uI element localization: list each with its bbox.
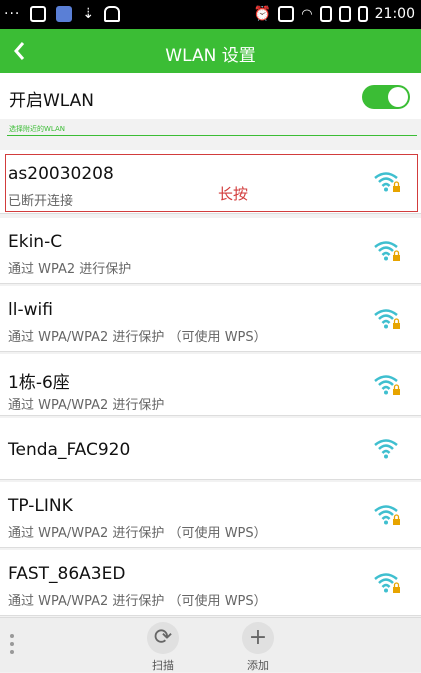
network-security: 通过 WPA/WPA2 进行保护 （可使用 WPS）	[8, 526, 267, 541]
wifi-signal-icon	[372, 570, 402, 596]
section-divider	[7, 135, 417, 136]
network-name: TP-LINK	[8, 496, 73, 516]
app-header: WLAN 设置	[0, 29, 421, 73]
page-title: WLAN 设置	[165, 46, 256, 66]
scan-button[interactable]: ⟳ 扫描	[133, 622, 193, 673]
wifi-signal-icon	[372, 436, 402, 462]
battery-icon	[357, 6, 368, 22]
wifi-status-icon: ◠	[301, 6, 313, 22]
status-bar: ··· ⇣ ⏰ ◠ 21:00	[0, 0, 421, 29]
network-row[interactable]: FAST_86A3ED 通过 WPA/WPA2 进行保护 （可使用 WPS）	[0, 550, 421, 616]
clock: 21:00	[374, 6, 415, 22]
network-name: ll-wifi	[8, 300, 53, 320]
screenshot-icon	[30, 6, 47, 22]
phone-icon	[278, 6, 295, 22]
wifi-signal-icon	[372, 372, 402, 398]
section-label: 选择附近的WLAN	[9, 125, 66, 133]
highlight-box	[5, 154, 418, 212]
wifi-signal-icon	[372, 306, 402, 332]
network-name: Ekin-C	[8, 232, 63, 252]
network-row[interactable]: Ekin-C 通过 WPA2 进行保护	[0, 218, 421, 284]
network-name: Tenda_FAC920	[8, 440, 131, 460]
network-row[interactable]: 1栋-6座通过 WPA/WPA2 进行保护	[0, 354, 421, 416]
network-name: FAST_86A3ED	[8, 564, 126, 584]
android-icon	[104, 6, 121, 22]
more-dots-icon: ···	[4, 6, 21, 22]
network-name: 1栋-6座	[8, 373, 70, 393]
add-button[interactable]: + 添加	[228, 622, 288, 673]
network-security: 通过 WPA/WPA2 进行保护 （可使用 WPS）	[8, 330, 267, 345]
plus-icon: +	[242, 622, 274, 654]
alarm-icon: ⏰	[253, 6, 272, 22]
wifi-signal-icon	[372, 238, 402, 264]
network-security: 通过 WPA/WPA2 进行保护	[8, 398, 165, 413]
network-security: 通过 WPA2 进行保护	[8, 262, 132, 277]
wlan-toggle-row[interactable]: 开启WLAN	[0, 73, 421, 119]
wlan-switch[interactable]	[362, 85, 410, 109]
network-row[interactable]: TP-LINK 通过 WPA/WPA2 进行保护 （可使用 WPS）	[0, 482, 421, 548]
switch-knob	[388, 87, 408, 107]
sim1-signal-icon	[319, 6, 332, 22]
bottom-bar: ⟳ 扫描 + 添加	[0, 617, 421, 672]
network-row[interactable]: Tenda_FAC920	[0, 418, 421, 480]
more-menu-icon[interactable]	[10, 634, 14, 658]
network-security: 通过 WPA/WPA2 进行保护 （可使用 WPS）	[8, 594, 267, 609]
wifi-signal-icon	[372, 502, 402, 528]
wlan-toggle-label: 开启WLAN	[9, 91, 95, 111]
usb-icon: ⇣	[82, 6, 95, 22]
network-row[interactable]: ll-wifi 通过 WPA/WPA2 进行保护 （可使用 WPS）	[0, 286, 421, 352]
refresh-icon: ⟳	[147, 622, 179, 654]
long-press-annotation: 长按	[218, 185, 249, 203]
sim2-signal-icon	[338, 6, 351, 22]
app-notification-icon	[56, 6, 73, 22]
